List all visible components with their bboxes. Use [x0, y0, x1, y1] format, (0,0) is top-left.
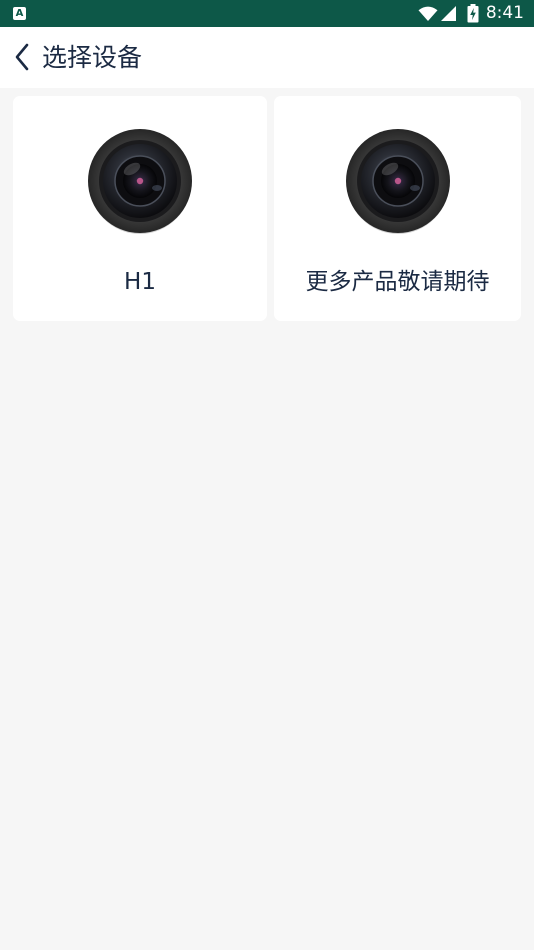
wifi-icon [418, 6, 438, 21]
camera-lens-icon [87, 128, 193, 234]
device-card-h1[interactable]: H1 [13, 96, 267, 321]
page-title: 选择设备 [42, 43, 143, 72]
status-time: 8:41 [485, 3, 524, 23]
a-notification-icon: A [13, 7, 26, 20]
cell-signal-icon [440, 5, 456, 21]
device-card-coming-soon[interactable]: 更多产品敬请期待 [274, 96, 521, 321]
battery-charging-icon [467, 4, 479, 23]
status-icons: 8:41 [418, 0, 524, 27]
app-bar: 选择设备 [0, 27, 534, 88]
status-bar: A 8:41 [0, 0, 534, 27]
device-label: 更多产品敬请期待 [305, 269, 490, 295]
camera-lens-icon [345, 128, 451, 234]
chevron-left-icon [15, 43, 29, 71]
device-label: H1 [124, 269, 156, 295]
back-button[interactable] [8, 39, 36, 75]
